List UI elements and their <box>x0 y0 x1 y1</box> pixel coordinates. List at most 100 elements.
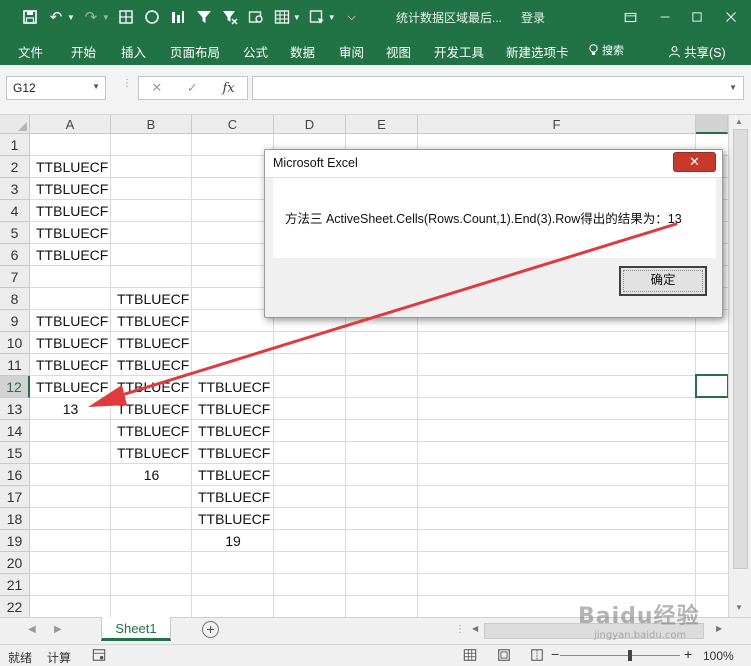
row-header-3[interactable]: 3 <box>0 178 30 200</box>
status-calculate[interactable]: 计算 <box>47 649 71 666</box>
zoom-in-icon[interactable]: + <box>684 646 692 662</box>
macro-record-icon[interactable] <box>92 648 106 665</box>
cell-b15[interactable]: TTBLUECF <box>112 442 189 464</box>
circle-icon[interactable] <box>142 6 162 28</box>
row-header-4[interactable]: 4 <box>0 200 30 222</box>
tab-developer[interactable]: 开发工具 <box>434 42 484 61</box>
cell-b8[interactable]: TTBLUECF <box>112 288 189 310</box>
row-header-19[interactable]: 19 <box>0 530 30 552</box>
cancel-icon[interactable]: ✕ <box>151 80 162 96</box>
vertical-scrollbar[interactable]: ▲ ▼ <box>728 115 751 617</box>
column-header-d[interactable]: D <box>274 115 346 134</box>
cell-a9[interactable]: TTBLUECF <box>31 310 108 332</box>
row-header-22[interactable]: 22 <box>0 596 30 617</box>
cell-a12[interactable]: TTBLUECF <box>31 376 108 398</box>
cell-b14[interactable]: TTBLUECF <box>112 420 189 442</box>
undo-dropdown-icon[interactable]: ▼ <box>67 13 75 22</box>
clear-filter-icon[interactable] <box>220 6 240 28</box>
cell-b13[interactable]: TTBLUECF <box>112 398 189 420</box>
chevron-down-icon[interactable]: ▼ <box>92 82 100 91</box>
row-header-10[interactable]: 10 <box>0 332 30 354</box>
row-header-21[interactable]: 21 <box>0 574 30 596</box>
zoom-slider-thumb[interactable] <box>628 650 632 661</box>
camera-icon[interactable] <box>246 6 266 28</box>
selected-cell-g12[interactable] <box>695 374 729 398</box>
row-header-1[interactable]: 1 <box>0 134 30 156</box>
confirm-icon[interactable]: ✓ <box>187 80 198 96</box>
row-header-20[interactable]: 20 <box>0 552 30 574</box>
row-header-18[interactable]: 18 <box>0 508 30 530</box>
name-box[interactable]: G12 ▼ <box>6 76 106 100</box>
ok-button[interactable]: 确定 <box>619 266 707 296</box>
cell-a5[interactable]: TTBLUECF <box>31 222 108 244</box>
redo-dropdown-icon[interactable]: ▼ <box>102 13 110 22</box>
table-dropdown-icon[interactable]: ▼ <box>293 13 301 22</box>
cell-b11[interactable]: TTBLUECF <box>112 354 189 376</box>
scroll-down-icon[interactable]: ▼ <box>735 603 743 612</box>
next-sheet-icon[interactable]: ▶ <box>54 624 62 635</box>
share-button[interactable]: 共享(S) <box>668 42 726 61</box>
chart-icon[interactable] <box>168 6 188 28</box>
undo-icon[interactable]: ↶ <box>46 6 66 28</box>
tab-view[interactable]: 视图 <box>386 42 411 61</box>
cell-a4[interactable]: TTBLUECF <box>31 200 108 222</box>
cell-c15[interactable]: TTBLUECF <box>193 442 270 464</box>
row-header-2[interactable]: 2 <box>0 156 30 178</box>
filter-icon[interactable] <box>194 6 214 28</box>
column-header-c[interactable]: C <box>192 115 274 134</box>
tab-formulas[interactable]: 公式 <box>243 42 268 61</box>
tab-home[interactable]: 开始 <box>71 42 96 61</box>
format-icon[interactable] <box>307 6 327 28</box>
row-header-14[interactable]: 14 <box>0 420 30 442</box>
cell-c18[interactable]: TTBLUECF <box>193 508 270 530</box>
page-layout-view-icon[interactable] <box>497 648 511 665</box>
more-icon[interactable]: ⌵ <box>342 6 362 28</box>
scroll-up-icon[interactable]: ▲ <box>735 117 743 126</box>
sheet-tab-sheet1[interactable]: Sheet1 <box>101 617 171 641</box>
cell-c17[interactable]: TTBLUECF <box>193 486 270 508</box>
prev-sheet-icon[interactable]: ◀ <box>28 624 36 635</box>
redo-icon[interactable]: ↷ <box>81 6 101 28</box>
format-dropdown-icon[interactable]: ▼ <box>328 13 336 22</box>
column-header-b[interactable]: B <box>111 115 192 134</box>
select-all-corner[interactable] <box>0 115 30 134</box>
cell-b16[interactable]: 16 <box>112 464 191 486</box>
row-header-12[interactable]: 12 <box>0 376 30 398</box>
zoom-out-icon[interactable]: − <box>551 646 559 662</box>
zoom-slider[interactable] <box>560 655 680 656</box>
column-header-e[interactable]: E <box>346 115 418 134</box>
tab-review[interactable]: 审阅 <box>339 42 364 61</box>
tab-insert[interactable]: 插入 <box>121 42 146 61</box>
close-window-icon[interactable] <box>714 0 748 34</box>
tab-new[interactable]: 新建选项卡 <box>506 42 569 61</box>
formula-bar-grip-icon[interactable]: ⋮ <box>122 79 132 89</box>
tab-file[interactable]: 文件 <box>18 42 43 61</box>
tab-page-layout[interactable]: 页面布局 <box>170 42 220 61</box>
scroll-left-icon[interactable]: ◀ <box>472 624 478 633</box>
dialog-close-button[interactable]: ✕ <box>673 152 716 172</box>
formula-input[interactable]: ▼ <box>252 76 744 100</box>
cell-c14[interactable]: TTBLUECF <box>193 420 270 442</box>
cell-c12[interactable]: TTBLUECF <box>193 376 270 398</box>
maximize-icon[interactable] <box>680 0 714 34</box>
cell-b9[interactable]: TTBLUECF <box>112 310 189 332</box>
cell-a3[interactable]: TTBLUECF <box>31 178 108 200</box>
cell-b10[interactable]: TTBLUECF <box>112 332 189 354</box>
cell-a2[interactable]: TTBLUECF <box>31 156 108 178</box>
row-header-16[interactable]: 16 <box>0 464 30 486</box>
tell-me-search[interactable]: 搜索 <box>587 42 624 58</box>
insert-function-icon[interactable]: fx <box>222 81 234 96</box>
cell-a11[interactable]: TTBLUECF <box>31 354 108 376</box>
grid-icon[interactable] <box>116 6 136 28</box>
row-header-11[interactable]: 11 <box>0 354 30 376</box>
page-break-view-icon[interactable] <box>530 648 544 665</box>
row-header-7[interactable]: 7 <box>0 266 30 288</box>
row-header-5[interactable]: 5 <box>0 222 30 244</box>
column-header-g[interactable] <box>696 115 728 134</box>
cell-c13[interactable]: TTBLUECF <box>193 398 270 420</box>
row-header-13[interactable]: 13 <box>0 398 30 420</box>
tab-split-grip-icon[interactable]: ⋮ <box>455 624 465 635</box>
row-header-8[interactable]: 8 <box>0 288 30 310</box>
tab-data[interactable]: 数据 <box>290 42 315 61</box>
cell-b12[interactable]: TTBLUECF <box>112 376 189 398</box>
